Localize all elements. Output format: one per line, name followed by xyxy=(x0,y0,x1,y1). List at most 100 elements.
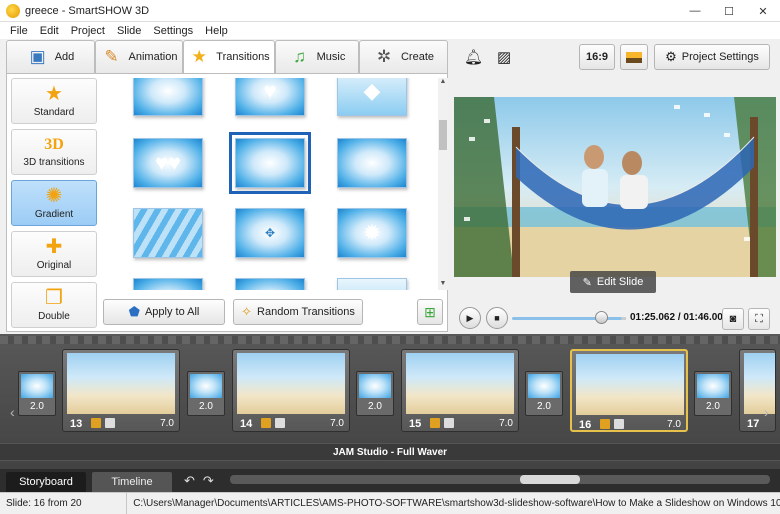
transition-thumb[interactable] xyxy=(133,78,203,116)
menu-edit[interactable]: Edit xyxy=(34,25,65,37)
stop-button[interactable]: ■ xyxy=(486,307,508,329)
window-title: greece - SmartSHOW 3D xyxy=(25,4,150,17)
transition-thumb[interactable]: ✹ xyxy=(337,208,407,258)
speaker-icon[interactable] xyxy=(614,419,624,429)
film-strip-decoration xyxy=(0,336,780,344)
slide-number: 15 xyxy=(409,418,422,430)
transition-thumb[interactable] xyxy=(337,278,407,290)
category-label: 3D transitions xyxy=(23,157,85,168)
transition-card[interactable]: 2.0 xyxy=(356,371,394,416)
bell-icon[interactable]: 🔔︎ xyxy=(464,48,483,66)
transition-thumb[interactable] xyxy=(133,278,203,290)
category-double[interactable]: ❐ Double xyxy=(11,282,97,328)
chevron-right-icon[interactable]: › xyxy=(764,404,769,420)
transition-thumb[interactable] xyxy=(133,208,203,258)
category-3d-transitions[interactable]: 3D 3D transitions xyxy=(11,129,97,175)
tab-add[interactable]: ▣ Add xyxy=(6,40,95,73)
transition-card[interactable]: 2.0 xyxy=(525,371,563,416)
tab-storyboard[interactable]: Storyboard xyxy=(6,472,86,492)
tab-label: Animation xyxy=(128,51,178,63)
category-label: Standard xyxy=(33,107,75,118)
transition-thumb[interactable] xyxy=(337,138,407,188)
slide-card-active[interactable]: 16 7.0 xyxy=(570,349,688,432)
transition-thumb[interactable] xyxy=(235,278,305,290)
transition-card[interactable]: 2.0 xyxy=(18,371,56,416)
category-gradient[interactable]: ✺ Gradient xyxy=(11,180,97,226)
scroll-up-icon[interactable]: ▲ xyxy=(438,78,448,88)
transition-card[interactable]: 2.0 xyxy=(187,371,225,416)
menu-file[interactable]: File xyxy=(4,25,34,37)
button-label: Project Settings xyxy=(681,51,759,63)
maximize-button[interactable]: ☐ xyxy=(712,0,746,22)
category-label: Gradient xyxy=(34,209,74,220)
slide-card[interactable]: 15 7.0 xyxy=(401,349,519,432)
transition-thumb[interactable]: ♥♥ xyxy=(133,138,203,188)
slide-number: 16 xyxy=(579,419,592,431)
transition-thumb[interactable]: ✥ xyxy=(235,208,305,258)
speaker-icon[interactable] xyxy=(105,418,115,428)
play-button[interactable]: ▶ xyxy=(459,307,481,329)
tab-create[interactable]: ✲ Create xyxy=(359,40,448,73)
tab-animation[interactable]: ✎ Animation xyxy=(95,40,183,73)
transition-duration: 2.0 xyxy=(537,401,551,412)
transition-thumb[interactable]: ♥ xyxy=(235,78,305,116)
transition-thumb[interactable]: ◆ xyxy=(337,78,407,116)
menu-settings[interactable]: Settings xyxy=(147,25,199,37)
image-edit-icon[interactable]: ▨ xyxy=(497,48,511,66)
category-standard[interactable]: ★ Standard xyxy=(11,78,97,124)
speaker-icon[interactable] xyxy=(444,418,454,428)
slide-card[interactable]: 17 xyxy=(739,349,776,432)
transitions-panel: ★ Standard 3D 3D transitions ✺ Gradient … xyxy=(6,73,448,332)
fullscreen-button[interactable]: ⛶ xyxy=(748,308,770,330)
main-tabs: ▣ Add ✎ Animation ★ Transitions ♫ Music … xyxy=(6,40,448,73)
storyboard-scrollbar[interactable] xyxy=(230,475,770,484)
scrollbar-thumb[interactable] xyxy=(439,120,447,150)
pencil-icon[interactable] xyxy=(430,418,440,428)
transition-preview xyxy=(528,374,560,398)
minimize-button[interactable]: — xyxy=(678,0,712,22)
transition-grid-scrollbar[interactable]: ▲ ▼ xyxy=(438,78,448,290)
cross-arrows-icon: ✥ xyxy=(264,226,276,240)
pencil-icon[interactable] xyxy=(91,418,101,428)
category-label: Double xyxy=(38,311,70,322)
preview-toolbar: 🔔︎ ▨ 16:9 ⚙ Project Settings xyxy=(454,40,776,73)
slide-card[interactable]: 13 7.0 xyxy=(62,349,180,432)
edit-slide-button[interactable]: ✎ Edit Slide xyxy=(570,271,656,293)
button-label: Random Transitions xyxy=(257,306,355,318)
speaker-icon[interactable] xyxy=(275,418,285,428)
slide-duration: 7.0 xyxy=(499,418,513,429)
transition-thumb-selected[interactable] xyxy=(229,132,311,194)
tab-transitions[interactable]: ★ Transitions xyxy=(183,40,275,73)
close-button[interactable]: ✕ xyxy=(746,0,780,22)
slide-preview[interactable]: ✎ Edit Slide xyxy=(454,97,776,337)
pencil-icon[interactable] xyxy=(600,419,610,429)
tab-music[interactable]: ♫ Music xyxy=(275,40,359,73)
transition-preview xyxy=(697,374,729,398)
chevron-left-icon[interactable]: ‹ xyxy=(10,404,15,420)
background-button[interactable] xyxy=(620,44,648,70)
menu-slide[interactable]: Slide xyxy=(111,25,147,37)
scrollbar-thumb[interactable] xyxy=(520,475,580,484)
project-settings-button[interactable]: ⚙ Project Settings xyxy=(654,44,770,70)
undo-icon[interactable]: ↶ xyxy=(184,473,195,489)
seek-handle[interactable] xyxy=(595,311,608,324)
camera-icon: ◙ xyxy=(729,313,737,325)
redo-icon[interactable]: ↷ xyxy=(203,473,214,489)
tab-label: Music xyxy=(316,51,346,63)
random-transitions-button[interactable]: ✧ Random Transitions xyxy=(233,299,363,325)
audio-track[interactable]: JAM Studio - Full Waver xyxy=(0,443,780,461)
slide-card[interactable]: 14 7.0 xyxy=(232,349,350,432)
transition-duration: 2.0 xyxy=(199,401,213,412)
snapshot-button[interactable]: ◙ xyxy=(722,308,744,330)
menu-project[interactable]: Project xyxy=(65,25,111,37)
transition-preview xyxy=(190,374,222,398)
aspect-ratio-button[interactable]: 16:9 xyxy=(579,44,615,70)
scroll-down-icon[interactable]: ▼ xyxy=(438,280,448,290)
transition-card[interactable]: 2.0 xyxy=(694,371,732,416)
category-original[interactable]: ✚ Original xyxy=(11,231,97,277)
apply-to-all-button[interactable]: ⬟ Apply to All xyxy=(103,299,225,325)
menu-help[interactable]: Help xyxy=(199,25,234,37)
add-transition-button[interactable]: ⊞ xyxy=(417,299,443,325)
pencil-icon[interactable] xyxy=(261,418,271,428)
tab-timeline[interactable]: Timeline xyxy=(92,472,172,492)
